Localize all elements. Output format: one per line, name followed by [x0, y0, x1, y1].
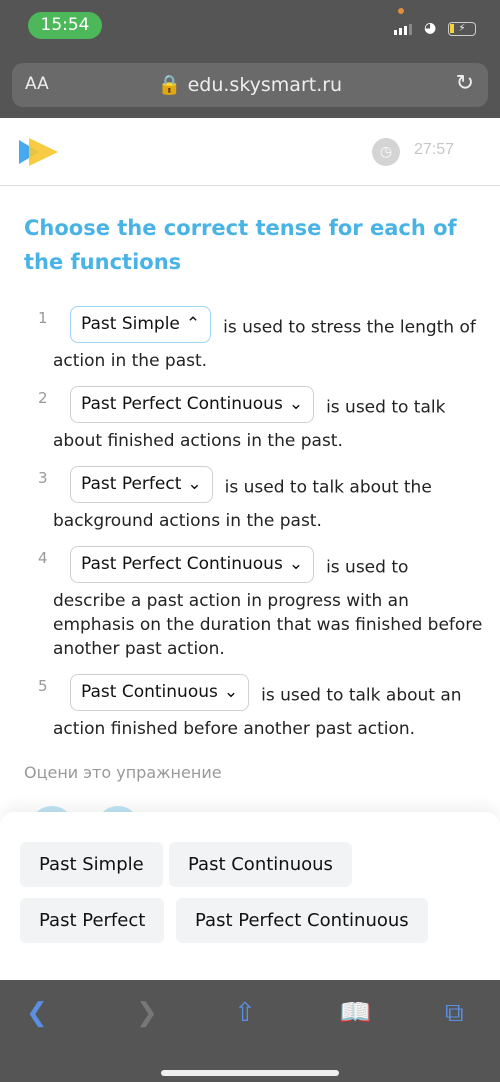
- chevron-down-icon: ⌄: [288, 394, 304, 414]
- item-number: 4: [38, 549, 48, 567]
- tense-dropdown[interactable]: Past Simple ⌃: [70, 306, 212, 343]
- exercise-title: Choose the correct tense for each of the…: [24, 216, 457, 274]
- url-text[interactable]: edu.skysmart.ru: [188, 74, 343, 96]
- skysmart-logo[interactable]: [19, 138, 59, 166]
- rate-label: Оцени это упражнение: [24, 763, 222, 782]
- status-time: 15:54: [28, 12, 102, 39]
- dropdown-value: Past Perfect Continuous: [81, 554, 283, 574]
- reload-icon[interactable]: ↻: [456, 71, 474, 96]
- dropdown-value: Past Perfect: [81, 474, 182, 494]
- option-past-perfect-continuous[interactable]: Past Perfect Continuous: [176, 898, 428, 943]
- timer: 27:57: [414, 141, 455, 158]
- dropdown-value: Past Simple: [81, 314, 180, 334]
- tense-dropdown[interactable]: Past Perfect Continuous ⌄: [70, 386, 315, 423]
- exercise-item: 1 Past Simple ⌃ is used to stress the lengt…: [38, 306, 483, 373]
- exercise-item: 3 Past Perfect ⌄ is used to talk about the …: [38, 466, 483, 533]
- bookmarks-icon[interactable]: 📖: [339, 998, 371, 1028]
- signal-icon: [394, 24, 412, 35]
- forward-icon[interactable]: ❯: [136, 998, 158, 1028]
- site-header: ◷ 27:57: [0, 118, 500, 186]
- option-past-continuous[interactable]: Past Continuous: [169, 842, 352, 887]
- back-icon[interactable]: ❮: [26, 998, 48, 1028]
- home-indicator[interactable]: [161, 1070, 339, 1076]
- tense-dropdown[interactable]: Past Continuous ⌄: [70, 674, 250, 711]
- chevron-down-icon: ⌄: [223, 682, 239, 702]
- share-icon[interactable]: ⇧: [234, 998, 256, 1028]
- options-sheet: Past Simple Past Continuous Past Perfect…: [0, 812, 500, 980]
- chevron-up-icon: ⌃: [185, 314, 201, 334]
- wifi-icon: ◕: [424, 20, 437, 36]
- clock-icon: ◷: [372, 138, 400, 166]
- address-bar[interactable]: AA 🔒 edu.skysmart.ru ↻: [12, 63, 488, 107]
- item-number: 3: [38, 469, 48, 487]
- option-past-simple[interactable]: Past Simple: [20, 842, 163, 887]
- item-number: 5: [38, 677, 48, 695]
- option-past-perfect[interactable]: Past Perfect: [20, 898, 165, 943]
- dropdown-value: Past Continuous: [81, 682, 218, 702]
- tabs-icon[interactable]: ⧉: [445, 998, 464, 1029]
- exercise-item: 5 Past Continuous ⌄ is used to talk about a…: [38, 674, 483, 741]
- browser-toolbar: ❮ ❯ ⇧ 📖 ⧉: [0, 980, 500, 1082]
- battery-charging-icon: ⚡: [448, 22, 476, 36]
- chevron-down-icon: ⌄: [187, 474, 202, 494]
- browser-chrome: 15:54 ◕ ⚡ AA 🔒 edu.skysmart.ru ↻: [0, 0, 500, 118]
- dropdown-value: Past Perfect Continuous: [81, 394, 283, 414]
- tense-dropdown[interactable]: Past Perfect ⌄: [70, 466, 213, 503]
- item-number: 2: [38, 389, 48, 407]
- chevron-down-icon: ⌄: [288, 554, 304, 574]
- mic-indicator-icon: [398, 8, 404, 14]
- exercise-item: 2 Past Perfect Continuous ⌄ is used to talk…: [38, 386, 483, 453]
- tense-dropdown[interactable]: Past Perfect Continuous ⌄: [70, 546, 315, 583]
- lock-icon: 🔒: [157, 74, 182, 96]
- exercise-item: 4 Past Perfect Continuous ⌄ is used to desc…: [38, 546, 483, 661]
- item-number: 1: [38, 309, 48, 327]
